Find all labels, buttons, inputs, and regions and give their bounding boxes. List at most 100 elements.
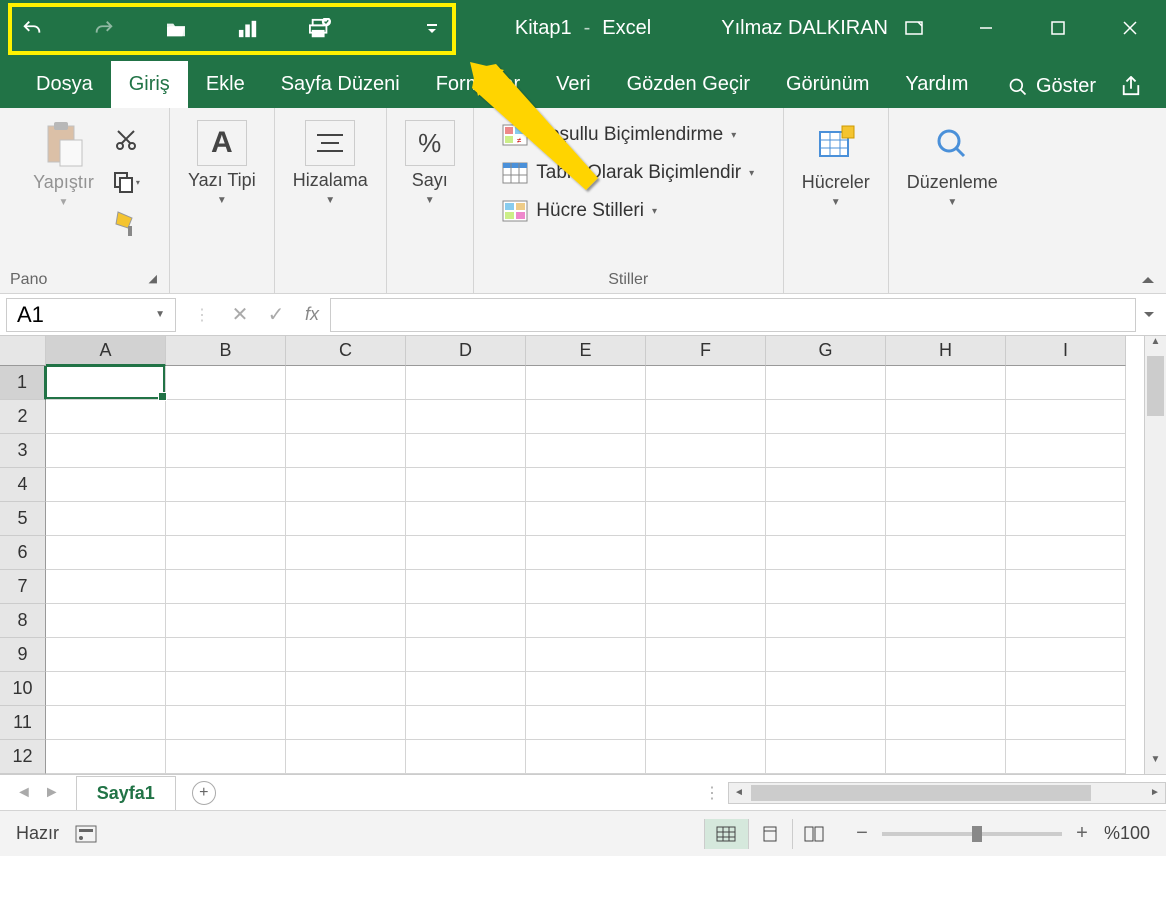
format-as-table-button[interactable]: Tablo Olarak Biçimlendir▾	[498, 154, 758, 192]
cell[interactable]	[1006, 536, 1126, 570]
cell[interactable]	[286, 740, 406, 774]
zoom-in-button[interactable]: +	[1072, 822, 1092, 845]
cell[interactable]	[166, 672, 286, 706]
tab-home[interactable]: Giriş	[111, 61, 188, 108]
cell[interactable]	[46, 672, 166, 706]
cell[interactable]	[166, 638, 286, 672]
cell[interactable]	[46, 570, 166, 604]
cell[interactable]	[886, 740, 1006, 774]
cell[interactable]	[46, 400, 166, 434]
row-header-4[interactable]: 4	[0, 468, 46, 502]
cell[interactable]	[286, 502, 406, 536]
page-break-view-button[interactable]	[792, 819, 836, 849]
normal-view-button[interactable]	[704, 819, 748, 849]
row-header-8[interactable]: 8	[0, 604, 46, 638]
cell[interactable]	[526, 536, 646, 570]
cell[interactable]	[646, 740, 766, 774]
cell[interactable]	[1006, 570, 1126, 604]
cell-styles-button[interactable]: Hücre Stilleri▾	[498, 192, 758, 230]
cell[interactable]	[286, 434, 406, 468]
cell[interactable]	[286, 468, 406, 502]
cell[interactable]	[406, 706, 526, 740]
column-header-E[interactable]: E	[526, 336, 646, 366]
cell[interactable]	[1006, 468, 1126, 502]
font-button[interactable]: A Yazı Tipi ▼	[180, 116, 264, 210]
sheet-nav[interactable]: ◄►	[0, 784, 76, 802]
chart-icon[interactable]	[236, 17, 260, 41]
cell[interactable]	[166, 604, 286, 638]
cell[interactable]	[406, 672, 526, 706]
cell[interactable]	[886, 434, 1006, 468]
open-icon[interactable]	[164, 17, 188, 41]
cell[interactable]	[166, 400, 286, 434]
cell[interactable]	[1006, 400, 1126, 434]
tab-page-layout[interactable]: Sayfa Düzeni	[263, 61, 418, 108]
cell[interactable]	[46, 468, 166, 502]
row-header-11[interactable]: 11	[0, 706, 46, 740]
column-header-H[interactable]: H	[886, 336, 1006, 366]
cell[interactable]	[766, 638, 886, 672]
number-button[interactable]: % Sayı ▼	[397, 116, 463, 210]
cell[interactable]	[526, 434, 646, 468]
cell[interactable]	[526, 740, 646, 774]
column-header-F[interactable]: F	[646, 336, 766, 366]
row-header-10[interactable]: 10	[0, 672, 46, 706]
cell[interactable]	[1006, 502, 1126, 536]
paste-button[interactable]: Yapıştır ▼	[25, 116, 102, 212]
cell[interactable]	[886, 638, 1006, 672]
cell[interactable]	[1006, 740, 1126, 774]
hscroll-resize-grip[interactable]: ⋮	[696, 783, 728, 803]
cell[interactable]	[1006, 672, 1126, 706]
cell[interactable]	[406, 502, 526, 536]
cell[interactable]	[46, 434, 166, 468]
cell[interactable]	[526, 638, 646, 672]
cell[interactable]	[286, 366, 406, 400]
cell[interactable]	[406, 434, 526, 468]
cell[interactable]	[646, 638, 766, 672]
cell[interactable]	[766, 366, 886, 400]
sheet-tab-1[interactable]: Sayfa1	[76, 776, 176, 810]
cell[interactable]	[166, 468, 286, 502]
cell[interactable]	[526, 570, 646, 604]
vertical-scrollbar[interactable]: ▲ ▼	[1144, 336, 1166, 774]
row-header-9[interactable]: 9	[0, 638, 46, 672]
cell[interactable]	[526, 706, 646, 740]
column-header-A[interactable]: A	[46, 336, 166, 366]
tab-formulas[interactable]: Formüller	[418, 61, 538, 108]
cell[interactable]	[526, 468, 646, 502]
cell[interactable]	[886, 672, 1006, 706]
cell[interactable]	[406, 740, 526, 774]
cell[interactable]	[646, 570, 766, 604]
cell[interactable]	[1006, 604, 1126, 638]
conditional-formatting-button[interactable]: ≠ Koşullu Biçimlendirme▾	[498, 116, 758, 154]
cell[interactable]	[166, 502, 286, 536]
cell[interactable]	[1006, 638, 1126, 672]
tab-data[interactable]: Veri	[538, 61, 608, 108]
cell[interactable]	[766, 400, 886, 434]
cell[interactable]	[886, 604, 1006, 638]
cancel-formula-button[interactable]: ✕	[222, 302, 258, 327]
cell[interactable]	[886, 570, 1006, 604]
cell[interactable]	[646, 536, 766, 570]
cell[interactable]	[1006, 434, 1126, 468]
cell[interactable]	[46, 502, 166, 536]
column-header-D[interactable]: D	[406, 336, 526, 366]
collapse-ribbon-button[interactable]	[1140, 273, 1156, 285]
cell[interactable]	[646, 672, 766, 706]
cell[interactable]	[286, 638, 406, 672]
cell[interactable]	[886, 502, 1006, 536]
row-header-5[interactable]: 5	[0, 502, 46, 536]
row-header-6[interactable]: 6	[0, 536, 46, 570]
editing-button[interactable]: Düzenleme ▼	[899, 116, 1006, 212]
cell[interactable]	[406, 638, 526, 672]
formula-input[interactable]	[330, 298, 1136, 332]
cell[interactable]	[766, 740, 886, 774]
customize-qat-dropdown[interactable]	[420, 17, 444, 41]
cell[interactable]	[646, 604, 766, 638]
copy-button[interactable]: ▾	[108, 164, 144, 200]
cell[interactable]	[46, 366, 166, 400]
quick-print-icon[interactable]	[308, 17, 332, 41]
macro-record-icon[interactable]	[75, 825, 97, 843]
enter-formula-button[interactable]: ✓	[258, 302, 294, 327]
cell[interactable]	[406, 604, 526, 638]
